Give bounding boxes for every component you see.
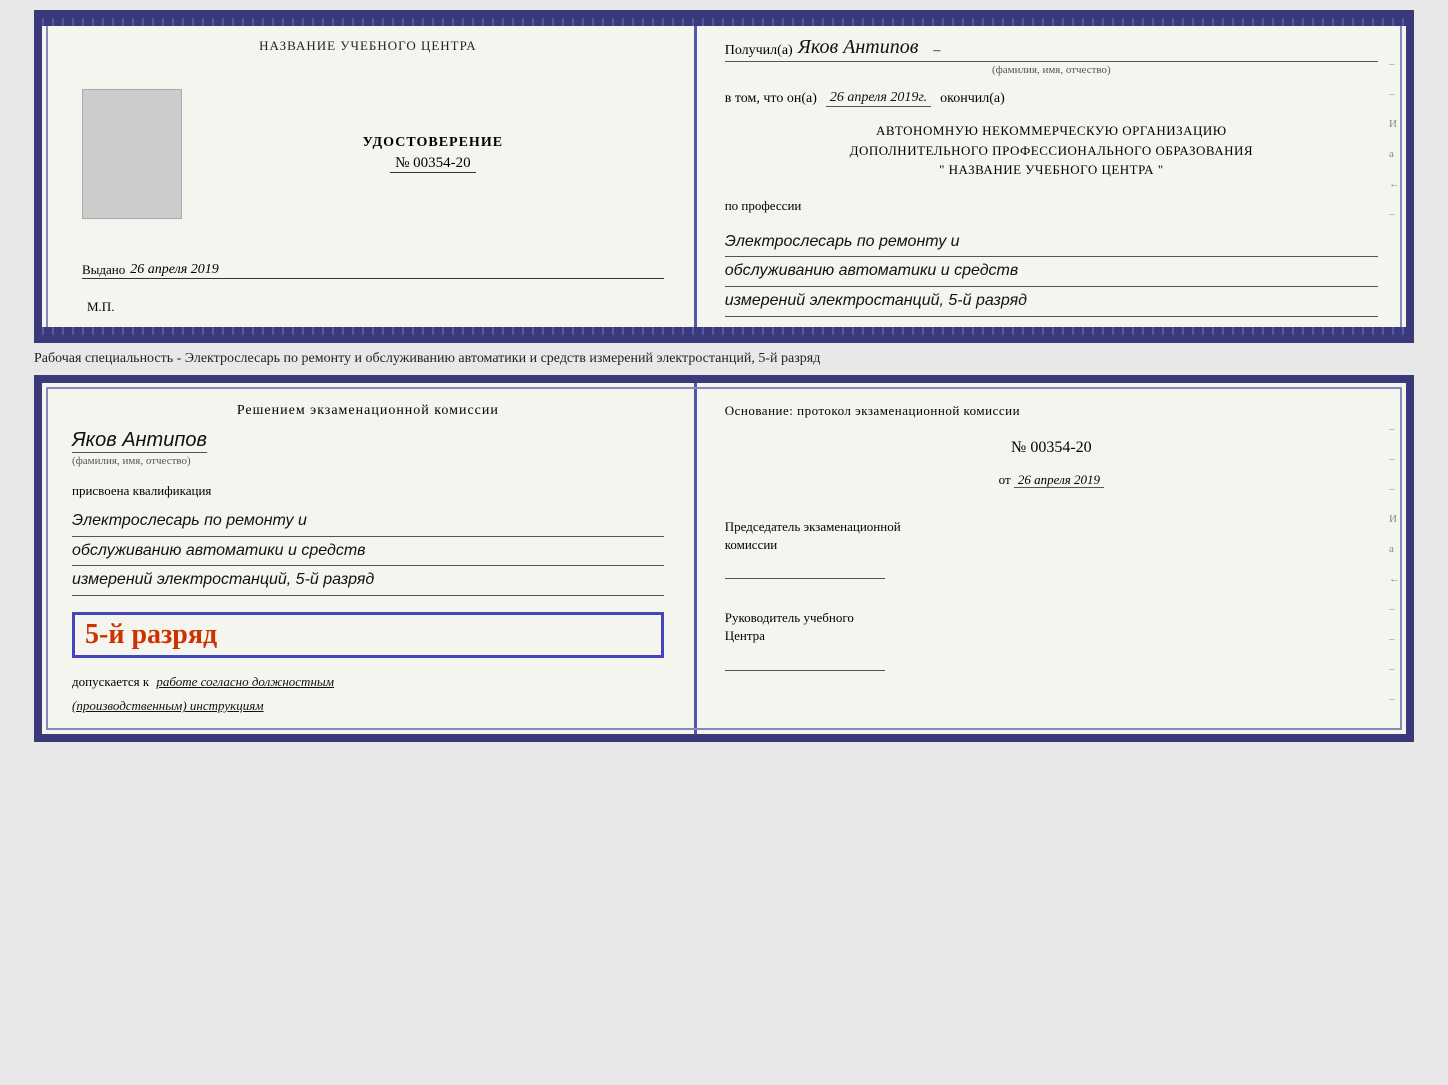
resheniem-label: Решением экзаменационной комиссии: [72, 403, 664, 419]
vydano-label: Выдано: [82, 262, 125, 278]
left-bottom-area: Выдано 26 апреля 2019 М.П.: [72, 244, 664, 315]
profession-line1-top: Электрослесарь по ремонту и: [725, 228, 1378, 258]
profession-line2-bottom: обслуживанию автоматики и средств: [72, 537, 664, 567]
fio-subtitle-top: (фамилия, имя, отчество): [725, 64, 1378, 76]
bottom-border-strip: [42, 327, 1406, 335]
udostoverenie-label: УДОСТОВЕРЕНИЕ: [363, 135, 503, 151]
right-margin-marks-bottom: –––Иа←––––: [1389, 423, 1400, 705]
razryad-value: 5-й разряд: [85, 619, 217, 650]
rukovoditel-block: Руководитель учебного Центра: [725, 609, 1378, 670]
ot-date: 26 апреля 2019: [1014, 472, 1104, 488]
org-title: НАЗВАНИЕ УЧЕБНОГО ЦЕНТРА: [259, 38, 476, 54]
predsedatel-block: Председатель экзаменационной комиссии: [725, 518, 1378, 579]
ot-label: от: [999, 472, 1011, 487]
dopuskaetsya-value: работе согласно должностным: [156, 674, 334, 689]
dopuskaetsya-label: допускается к: [72, 674, 149, 689]
right-margin-marks: ––Иа←–: [1389, 58, 1400, 220]
photo-placeholder: [82, 89, 182, 219]
vydano-line: Выдано 26 апреля 2019: [82, 262, 664, 279]
protokol-number: № 00354-20: [725, 439, 1378, 457]
top-border-strip: [42, 18, 1406, 26]
rukovoditel-signature: [725, 651, 885, 671]
predsedatel-signature: [725, 559, 885, 579]
cert-bottom: Решением экзаменационной комиссии Яков А…: [34, 375, 1414, 742]
prisvoena-label: присвоена квалификация: [72, 483, 664, 499]
dopuskaetsya-value2: (производственным) инструкциям: [72, 698, 264, 713]
poluchil-section: Получил(а) Яков Антипов – (фамилия, имя,…: [725, 36, 1378, 76]
org-line1: АВТОНОМНУЮ НЕКОММЕРЧЕСКУЮ ОРГАНИЗАЦИЮ: [725, 121, 1378, 141]
cert-top-left: НАЗВАНИЕ УЧЕБНОГО ЦЕНТРА УДОСТОВЕРЕНИЕ №…: [42, 18, 697, 335]
poluchil-label: Получил(а): [725, 43, 793, 59]
org-line2: ДОПОЛНИТЕЛЬНОГО ПРОФЕССИОНАЛЬНОГО ОБРАЗО…: [725, 141, 1378, 161]
udostoverenie-number: № 00354-20: [390, 155, 476, 173]
rukovoditel-label2: Центра: [725, 628, 765, 643]
osnovanie-label: Основание: протокол экзаменационной коми…: [725, 403, 1378, 419]
cert-bottom-right: Основание: протокол экзаменационной коми…: [697, 383, 1406, 734]
org-line3: " НАЗВАНИЕ УЧЕБНОГО ЦЕНТРА ": [725, 160, 1378, 180]
org-block: АВТОНОМНУЮ НЕКОММЕРЧЕСКУЮ ОРГАНИЗАЦИЮ ДО…: [725, 121, 1378, 180]
predsedatel-label: Председатель экзаменационной: [725, 519, 901, 534]
vtom-label: в том, что он(а): [725, 91, 817, 107]
profession-line3-bottom: измерений электростанций, 5-й разряд: [72, 566, 664, 596]
vtom-date: 26 апреля 2019г.: [826, 90, 931, 107]
okончил-label: окончил(а): [940, 91, 1005, 107]
separator-label: Рабочая специальность - Электрослесарь п…: [34, 343, 1414, 375]
rukovoditel-label: Руководитель учебного: [725, 610, 854, 625]
udostoverenie-block: УДОСТОВЕРЕНИЕ № 00354-20: [363, 135, 503, 173]
ot-line: от 26 апреля 2019: [725, 472, 1378, 488]
rukovoditel-title: Руководитель учебного Центра: [725, 609, 1378, 645]
razryad-highlight-box: 5-й разряд: [72, 612, 664, 658]
profession-line3-top: измерений электростанций, 5-й разряд: [725, 287, 1378, 317]
fio-subtitle-bottom: (фамилия, имя, отчество): [72, 455, 664, 467]
cert-top-right: Получил(а) Яков Антипов – (фамилия, имя,…: [697, 18, 1406, 335]
fio-bottom-section: Яков Антипов (фамилия, имя, отчество): [72, 427, 664, 467]
profession-line1-bottom: Электрослесарь по ремонту и: [72, 507, 664, 537]
vtom-line: в том, что он(а) 26 апреля 2019г. окончи…: [725, 90, 1378, 107]
profession-block-bottom: Электрослесарь по ремонту и обслуживанию…: [72, 507, 664, 596]
predsedatel-label2: комиссии: [725, 537, 778, 552]
document-container: НАЗВАНИЕ УЧЕБНОГО ЦЕНТРА УДОСТОВЕРЕНИЕ №…: [34, 10, 1414, 742]
dopuskaetsya-line2: (производственным) инструкциям: [72, 698, 664, 714]
profession-block-top: Электрослесарь по ремонту и обслуживанию…: [725, 228, 1378, 317]
predsedatel-title: Председатель экзаменационной комиссии: [725, 518, 1378, 554]
profession-line2-top: обслуживанию автоматики и средств: [725, 257, 1378, 287]
dopuskaetsya-line: допускается к работе согласно должностны…: [72, 674, 664, 690]
cert-bottom-left: Решением экзаменационной комиссии Яков А…: [42, 383, 697, 734]
fio-value-top: Яков Антипов: [798, 36, 919, 59]
vydano-date: 26 апреля 2019: [130, 262, 218, 278]
mp-label: М.П.: [82, 299, 664, 315]
cert-top: НАЗВАНИЕ УЧЕБНОГО ЦЕНТРА УДОСТОВЕРЕНИЕ №…: [34, 10, 1414, 343]
fio-value-bottom: Яков Антипов: [72, 429, 207, 453]
poluchil-line: Получил(а) Яков Антипов –: [725, 36, 1378, 62]
separator-text: Рабочая специальность - Электрослесарь п…: [34, 351, 820, 366]
po-professii-label: по профессии: [725, 198, 1378, 214]
